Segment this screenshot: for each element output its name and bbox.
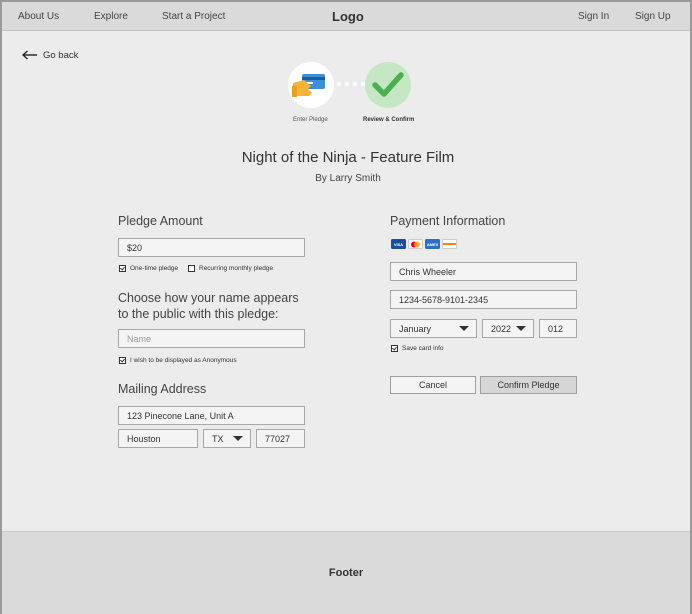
cvv-input[interactable]: 012 [539,319,577,338]
checkbox-checked-icon [119,357,126,364]
recurring-pledge-checkbox[interactable]: Recurring monthly pledge [188,265,273,272]
chevron-down-icon [516,326,526,331]
pledge-amount-input[interactable]: $20 [118,238,305,257]
name-display-heading-line2: to the public with this pledge: [118,307,279,321]
discover-card-icon [442,239,457,249]
city-input[interactable]: Houston [118,429,198,448]
chevron-down-icon [233,436,243,441]
checkbox-checked-icon [391,345,398,352]
save-card-checkbox[interactable]: Save card info [391,345,444,352]
nav-sign-in[interactable]: Sign In [578,11,609,22]
project-title: Night of the Ninja - Feature Film [241,149,455,166]
pledge-amount-heading: Pledge Amount [118,214,203,228]
step-enter-pledge [288,62,334,108]
footer: Footer [2,531,690,614]
arrow-left-icon [22,50,37,60]
top-navigation: About Us Explore Start a Project Logo Si… [2,2,690,31]
cancel-button[interactable]: Cancel [390,376,476,394]
checkmark-icon [372,72,404,97]
expiry-year-value: 2022 [491,323,512,334]
cardholder-name-input[interactable]: Chris Wheeler [390,262,577,281]
one-time-pledge-label: One-time pledge [130,265,179,272]
expiry-year-select[interactable]: 2022 [482,319,534,338]
expiry-month-select[interactable]: January [390,319,477,338]
accepted-cards: VISA AMEX [391,239,457,249]
mailing-address-heading: Mailing Address [118,382,207,396]
nav-sign-up[interactable]: Sign Up [635,11,671,22]
anonymous-checkbox[interactable]: I wish to be displayed as Anonymous [119,357,237,364]
anonymous-label: I wish to be displayed as Anonymous [130,357,237,364]
nav-start-project[interactable]: Start a Project [162,11,225,22]
project-byline: By Larry Smith [315,173,381,184]
checkbox-unchecked-icon [188,265,195,272]
amex-card-icon: AMEX [425,239,440,249]
one-time-pledge-checkbox[interactable]: One-time pledge [119,265,178,272]
zip-input[interactable]: 77027 [256,429,305,448]
step-label-enter-pledge: Enter Pledge [293,117,328,123]
state-select[interactable]: TX [203,429,251,448]
chevron-down-icon [459,326,469,331]
hand-card-icon [292,74,325,97]
nav-explore[interactable]: Explore [94,11,128,22]
mastercard-icon [408,239,423,249]
state-value: TX [212,433,224,444]
street-address-input[interactable]: 123 Pinecone Lane, Unit A [118,406,305,425]
footer-label: Footer [328,567,364,579]
step-review-confirm [365,62,411,108]
page-frame: About Us Explore Start a Project Logo Si… [0,0,692,614]
go-back-label: Go back [43,49,79,61]
save-card-label: Save card info [402,345,444,352]
checkbox-checked-icon [119,265,126,272]
go-back-link[interactable]: Go back [22,48,78,62]
name-display-heading-line1: Choose how your name appears [118,291,299,305]
expiry-month-value: January [399,323,432,334]
name-input[interactable]: Name [118,329,305,348]
visa-card-icon: VISA [391,239,406,249]
logo[interactable]: Logo [332,9,364,24]
nav-about-us[interactable]: About Us [18,11,59,22]
step-connector [337,82,365,86]
card-number-input[interactable]: 1234-5678-9101-2345 [390,290,577,309]
step-label-review-confirm: Review & Confirm [363,117,415,123]
payment-information-heading: Payment Information [390,214,506,228]
confirm-pledge-button[interactable]: Confirm Pledge [480,376,577,394]
recurring-pledge-label: Recurring monthly pledge [199,265,274,272]
